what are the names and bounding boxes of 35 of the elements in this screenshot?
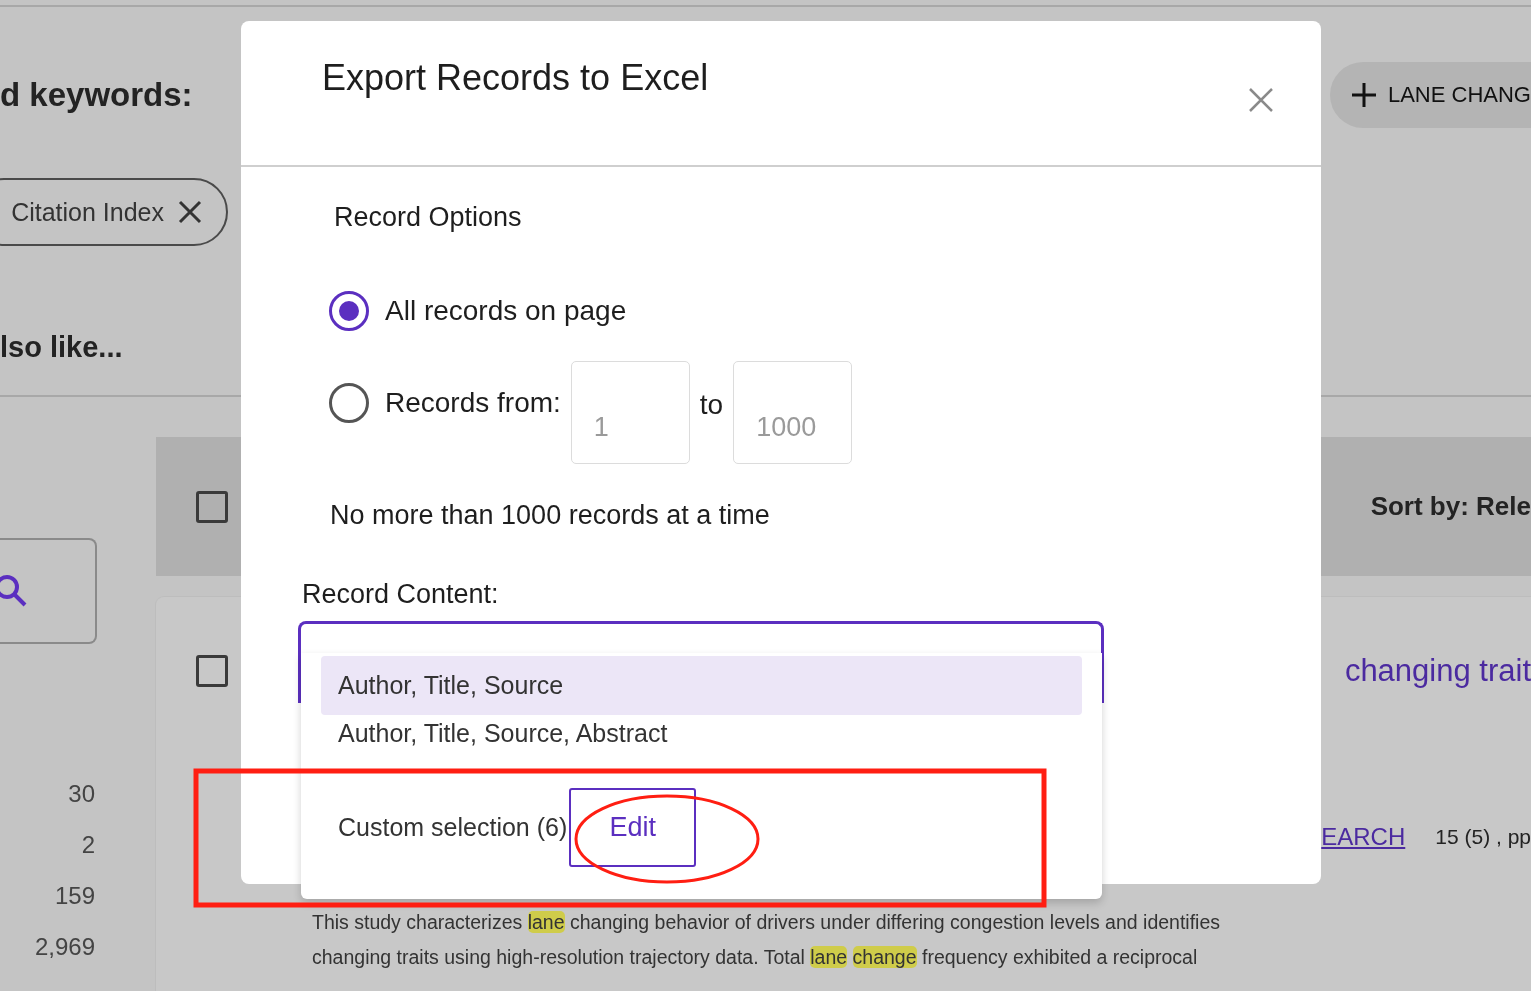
count-text: 2 <box>81 830 95 860</box>
section-label: Record Options <box>334 202 523 233</box>
result-title[interactable]: changing trait <box>1344 653 1531 689</box>
limit-note: No more than 1000 records at a time <box>330 500 771 531</box>
filter-chip[interactable]: Citation Index <box>0 178 228 246</box>
checkbox[interactable] <box>196 655 228 687</box>
dropdown-option[interactable]: Author, Title, Source <box>321 656 1082 715</box>
add-keyword-button[interactable]: LANE CHANG <box>1329 62 1531 128</box>
search-icon <box>0 573 29 609</box>
to-label: to <box>699 388 724 422</box>
edit-button[interactable]: Edit <box>569 787 697 867</box>
count-text: 30 <box>68 779 95 809</box>
dropdown-option[interactable]: Author, Title, Source, Abstract <box>321 715 1082 759</box>
plus-icon <box>1349 81 1378 109</box>
field-label: Record Content: <box>302 579 500 610</box>
radio-label[interactable]: Records from: <box>385 383 561 423</box>
section-heading: lso like... <box>0 331 124 365</box>
search-button[interactable] <box>0 538 97 644</box>
close-button[interactable] <box>1248 87 1274 113</box>
sort-label[interactable]: Sort by: Rele <box>1370 491 1531 522</box>
count-text: 2,969 <box>34 932 95 962</box>
radio-button[interactable] <box>329 383 369 423</box>
radio-button[interactable] <box>329 291 369 331</box>
source-link[interactable]: EARCH <box>1321 823 1406 851</box>
dropdown-option[interactable]: Custom selection (6) <box>338 812 568 842</box>
keywords-label: d keywords: <box>0 76 193 114</box>
count-text: 159 <box>54 881 95 911</box>
abstract-text: changing traits using high-resolution trajectory data. Total lane change frequency exhibited a reciprocal <box>312 945 1199 970</box>
pages-text: 15 (5) , pp <box>1435 825 1531 849</box>
dialog-title: Export Records to Excel <box>322 57 709 99</box>
close-icon[interactable] <box>178 200 202 224</box>
close-icon <box>1248 87 1274 113</box>
abstract-text: This study characterizes lane changing behavior of drivers under differing congestion levels and identifies <box>312 910 1221 935</box>
radio-label[interactable]: All records on page <box>385 291 627 331</box>
checkbox[interactable] <box>196 490 228 523</box>
